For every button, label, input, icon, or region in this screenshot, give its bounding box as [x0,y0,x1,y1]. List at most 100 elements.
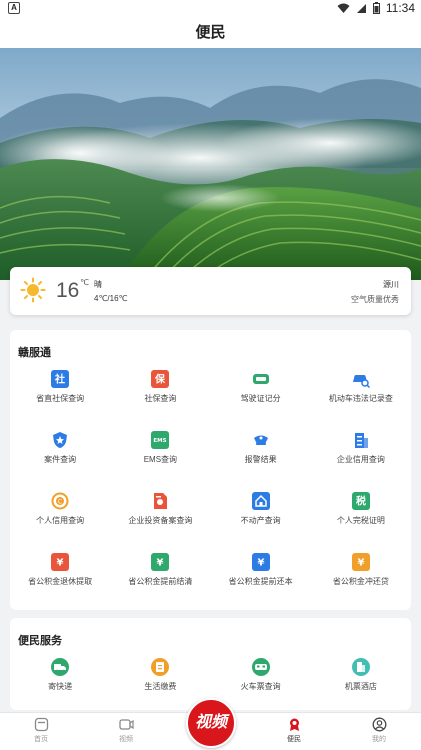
service-item-label: 个人完税证明 [336,516,385,525]
ganfutong-grid: 社省直社保查询保社保查询 驾驶证记分 机动车违法记录查 案件查询 EMS EMS查询 报警结… [10,366,411,610]
service-item[interactable]: 案件查询 [10,427,110,488]
service-item[interactable]: 驾驶证记分 [211,366,311,427]
service-glyph-icon: ¥ [50,552,70,572]
svg-text:C: C [58,499,62,506]
svg-text:¥: ¥ [157,558,164,569]
car-card-icon [251,369,271,389]
service-glyph-icon: ¥ [150,552,170,572]
service-glyph-icon: 保 [150,369,170,389]
svg-text:税: 税 [356,495,366,508]
train-icon [251,657,271,677]
hotel-icon [351,657,371,677]
service-glyph-icon: 税 [351,491,371,511]
service-item[interactable]: 社省直社保查询 [10,366,110,427]
service-item[interactable]: 不动产查询 [211,488,311,549]
svg-text:¥: ¥ [257,558,264,569]
service-item[interactable]: ¥ 省公积金提前还本 [211,549,311,610]
tab-label: 便民 [287,736,301,743]
service-item-label: 省公积金提前还本 [228,577,293,586]
profile-icon [372,717,386,732]
notification-app-icon: A [8,2,20,14]
wifi-icon [337,3,350,13]
car-search-icon [351,369,371,389]
status-bar: A 11:34 [0,0,421,18]
service-item-label: 机动车违法记录查 [328,394,393,403]
service-item[interactable]: 企业投资备案查询 [110,488,210,549]
service-item[interactable]: 税个人完税证明 [311,488,411,549]
service-item-label: 火车票查询 [240,682,281,691]
tab-home[interactable]: 首页 [11,717,71,744]
bianmin-section: 便民服务 寄快递 生活缴费 火车票查询 机票酒店 [10,618,411,710]
svg-text:EMS: EMS [154,438,167,444]
tab-video[interactable]: 视频 [96,717,156,744]
service-glyph-icon: EMS [150,430,170,450]
service-item-label: 省直社保查询 [36,394,85,403]
service-item[interactable]: ¥ 省公积金冲还贷 [311,549,411,610]
credit-icon: C [50,491,70,511]
ganfutong-section: 赣服通 社省直社保查询保社保查询 驾驶证记分 机动车违法记录查 案件查询 EMS EMS查… [10,330,411,610]
svg-text:¥: ¥ [357,558,364,569]
page-title: 便民 [0,18,421,48]
temperature-range: 4℃/16℃ [94,294,128,303]
tab-mine[interactable]: 我的 [349,717,409,744]
service-item-label: 个人信用查询 [36,516,85,525]
service-glyph-icon: 社 [50,369,70,389]
service-glyph-icon: ¥ [251,552,271,572]
svg-text:社: 社 [54,373,65,386]
service-item[interactable]: ¥ 省公积金退休提取 [10,549,110,610]
video-icon [118,719,134,730]
service-item-label: 寄快递 [48,682,73,691]
document-icon [150,491,170,511]
section-title: 赣服通 [18,347,51,359]
temperature-value: 16 [56,279,80,302]
tab-label: 视频 [119,736,133,743]
tab-label: 我的 [372,736,386,743]
service-item-label: 企业投资备案查询 [128,516,193,525]
service-item-label: 机票酒店 [344,682,377,691]
badge-icon [50,430,70,450]
sun-icon [20,277,46,303]
tab-bianmin[interactable]: 便民 [264,717,324,744]
bill-icon [150,657,170,677]
status-time: 11:34 [385,1,415,15]
service-item[interactable]: C 个人信用查询 [10,488,110,549]
service-item[interactable]: 机动车违法记录查 [311,366,411,427]
building-icon [351,430,371,450]
service-item-label: 驾驶证记分 [240,394,281,403]
cellular-signal-icon [356,3,366,13]
service-item[interactable]: 机票酒店 [311,654,411,715]
shixin-center-button[interactable]: 视频 [186,698,236,748]
service-icon [289,718,299,731]
service-item-label: 不动产查询 [240,516,281,525]
section-title: 便民服务 [18,635,62,647]
service-item[interactable]: EMS EMS查询 [110,427,210,488]
svg-text:保: 保 [154,373,166,386]
tab-label: 首页 [34,736,48,743]
battery-icon [372,2,380,14]
service-item-label: 社保查询 [144,394,177,403]
air-quality: 空气质量优秀 [351,295,399,304]
service-glyph-icon: ¥ [351,552,371,572]
service-item[interactable]: 寄快递 [10,654,110,715]
temperature-unit: ℃ [80,278,89,287]
service-item-label: 省公积金提前结清 [128,577,193,586]
service-item[interactable]: ¥ 省公积金提前结清 [110,549,210,610]
truck-icon [50,657,70,677]
service-item[interactable]: 企业信用查询 [311,427,411,488]
service-item-label: 报警结果 [244,455,277,464]
svg-text:¥: ¥ [57,558,64,569]
weather-city: 源川 [383,280,399,289]
home-icon [34,717,48,732]
service-item-label: EMS查询 [143,455,178,464]
weather-card[interactable]: 16 ℃ 晴 4℃/16℃ 源川 空气质量优秀 [10,267,411,315]
service-item-label: 案件查询 [44,455,77,464]
service-item[interactable]: 报警结果 [211,427,311,488]
service-item-label: 省公积金退休提取 [28,577,93,586]
weather-condition: 晴 [94,280,102,289]
service-item-label: 企业信用查询 [336,455,385,464]
hero-banner-image[interactable] [0,48,421,280]
service-item-label: 生活缴费 [144,682,177,691]
service-item[interactable]: 保社保查询 [110,366,210,427]
police-hat-icon [251,430,271,450]
service-item-label: 省公积金冲还贷 [332,577,389,586]
